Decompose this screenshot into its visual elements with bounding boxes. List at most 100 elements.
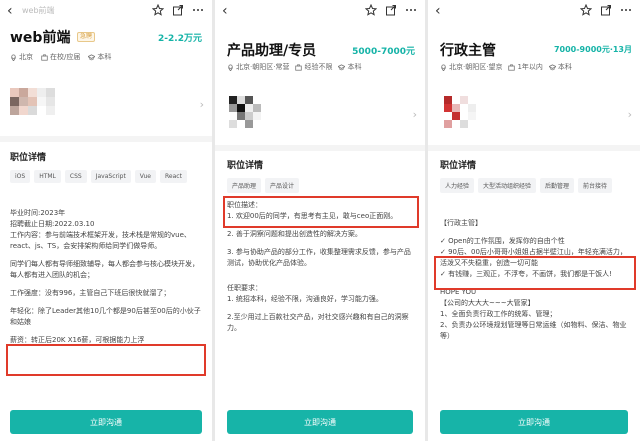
top-bar: ‹ web前端: [0, 0, 212, 24]
experience-text: 1年以内: [517, 63, 543, 71]
job-meta: 北京·朝阳区·望京 1年以内 本科: [440, 62, 572, 72]
salary: 7000-9000元·13月: [553, 45, 632, 54]
recruiter-avatar-blurred: [444, 96, 476, 128]
location-text: 北京·朝阳区·望京: [449, 63, 503, 71]
briefcase-icon: [295, 63, 303, 71]
top-bar: ‹: [215, 0, 425, 24]
apply-chat-button[interactable]: 立即沟通: [440, 410, 628, 434]
desc-line: 1、全面负责行政工作的统筹、管理；: [440, 310, 557, 318]
desc-line: 2、负责办公环境规划管理等日常运维（如物料、保洁、物业等）: [440, 321, 627, 340]
section-divider: [215, 145, 425, 151]
location-icon: [11, 53, 16, 61]
section-title: 职位详情: [10, 153, 47, 163]
share-icon[interactable]: [172, 4, 184, 16]
back-arrow-icon[interactable]: ‹: [222, 3, 228, 19]
top-actions: [365, 4, 417, 16]
tag: 后勤管理: [540, 178, 575, 193]
star-icon[interactable]: [580, 4, 592, 16]
chevron-right-icon[interactable]: ›: [413, 108, 417, 121]
desc-line: 工作强度：没有996，主管自己下班后很快就溜了；: [10, 289, 171, 297]
education-text: 本科: [347, 63, 362, 71]
desc-line: 2.至少用过上百款社交产品，对社交感兴趣和有自己的洞察力。: [227, 313, 409, 332]
job-detail-screen-admin-supervisor: ‹ 行政主管 7000-9000元·13月 北京·朝阳区·望京 1年以内 本科 …: [428, 0, 640, 441]
graduation-cap-icon: [548, 63, 556, 70]
more-icon[interactable]: [192, 4, 204, 16]
tag: 前台接待: [578, 178, 613, 193]
education-text: 本科: [557, 63, 572, 71]
screens-collage: ‹ web前端 web前端 急聘 2-2.2万元 北京 在校/应届 本科 › 职…: [0, 0, 640, 441]
salary: 5000-7000元: [352, 47, 415, 57]
tag: 人力经验: [440, 178, 475, 193]
desc-line: 招聘截止日期:2022.03.10: [10, 220, 95, 228]
desc-line: 1. 统招本科，经验不限，沟通良好，学习能力强。: [227, 295, 383, 303]
desc-line: 【公司的大大大~~~大管家】: [440, 299, 535, 307]
section-title: 职位详情: [440, 161, 477, 171]
job-detail-screen-web-frontend: ‹ web前端 web前端 急聘 2-2.2万元 北京 在校/应届 本科 › 职…: [0, 0, 212, 441]
top-actions: [152, 4, 204, 16]
back-arrow-icon[interactable]: ‹: [435, 3, 441, 19]
urgent-badge: 急聘: [77, 32, 96, 42]
chevron-right-icon[interactable]: ›: [200, 98, 204, 111]
tag: 产品设计: [265, 178, 300, 193]
location-text: 北京: [19, 53, 33, 61]
desc-line: 2. 善于洞察问题和提出创造性的解决方案。: [227, 230, 362, 238]
share-icon[interactable]: [385, 4, 397, 16]
tag: iOS: [10, 170, 31, 183]
desc-line: 工作内容：参与前端技术框架开发，技术栈是常规的vue、react、js、TS，会…: [10, 231, 191, 250]
highlight-box: [6, 344, 206, 376]
skill-tags: 产品助理 产品设计: [227, 178, 407, 193]
breadcrumb: web前端: [22, 6, 55, 15]
education-text: 本科: [97, 53, 112, 61]
desc-line: 毕业时间:2023年: [10, 209, 66, 217]
location-icon: [228, 63, 233, 71]
star-icon[interactable]: [152, 4, 164, 16]
desc-line: 3. 参与协助产品的部分工作，收集整理需求反馈，参与产品测试，协助优化产品体验。: [227, 248, 411, 267]
job-meta: 北京·朝阳区·常营 经验不限 本科: [227, 62, 361, 72]
skill-tags: 人力经验 大型活动组织经验 后勤管理 前台接待: [440, 178, 632, 193]
highlight-box: [434, 256, 636, 290]
highlight-box: [223, 196, 419, 228]
top-bar: ‹: [428, 0, 640, 24]
top-actions: [580, 4, 632, 16]
job-meta: 北京 在校/应届 本科: [10, 52, 111, 62]
tag: 大型活动组织经验: [478, 178, 537, 193]
section-divider: [428, 145, 640, 151]
chevron-right-icon[interactable]: ›: [628, 108, 632, 121]
skill-tags: iOS HTML CSS JavaScript Vue React: [10, 170, 190, 183]
tag: CSS: [64, 170, 87, 183]
desc-line: 任职要求：: [227, 284, 262, 292]
desc-line-highlighted: 年轻化：除了Leader其他10几个都是90后甚至00后的小伙子和姑娘: [10, 307, 201, 326]
star-icon[interactable]: [365, 4, 377, 16]
more-icon[interactable]: [620, 4, 632, 16]
share-icon[interactable]: [600, 4, 612, 16]
tag: Vue: [134, 170, 156, 183]
desc-line: ✓ Open的工作氛围，发挥你的自由个性: [440, 237, 565, 245]
section-divider: [0, 136, 212, 142]
tag: HTML: [34, 170, 61, 183]
more-icon[interactable]: [405, 4, 417, 16]
tag: 产品助理: [227, 178, 262, 193]
tag: React: [160, 170, 187, 183]
location-icon: [441, 63, 446, 71]
graduation-cap-icon: [338, 63, 346, 70]
apply-chat-button[interactable]: 立即沟通: [227, 410, 413, 434]
location-text: 北京·朝阳区·常营: [236, 63, 290, 71]
briefcase-icon: [508, 63, 516, 71]
salary: 2-2.2万元: [158, 34, 202, 44]
back-arrow-icon[interactable]: ‹: [7, 3, 13, 19]
tag: JavaScript: [90, 170, 131, 183]
recruiter-avatar-blurred: [10, 88, 55, 115]
experience-text: 经验不限: [304, 63, 333, 71]
desc-line: 【行政主管】: [440, 219, 482, 227]
apply-chat-button[interactable]: 立即沟通: [10, 410, 202, 434]
job-title: 行政主管: [440, 43, 496, 59]
graduation-cap-icon: [88, 53, 96, 60]
job-title: web前端: [10, 30, 71, 46]
recruiter-avatar-blurred: [229, 96, 261, 128]
desc-line: 同学们每人都有导师细致辅导，每人都会参与核心模块开发，每人都有进入团队的机会；: [10, 260, 199, 279]
briefcase-icon: [41, 53, 48, 61]
experience-text: 在校/应届: [50, 53, 81, 61]
job-description: 毕业时间:2023年 招聘截止日期:2022.03.10 工作内容：参与前端技术…: [10, 208, 202, 346]
job-detail-screen-product-assistant: ‹ 产品助理/专员 5000-7000元 北京·朝阳区·常营 经验不限 本科 ›…: [215, 0, 425, 441]
job-title: 产品助理/专员: [227, 43, 317, 59]
